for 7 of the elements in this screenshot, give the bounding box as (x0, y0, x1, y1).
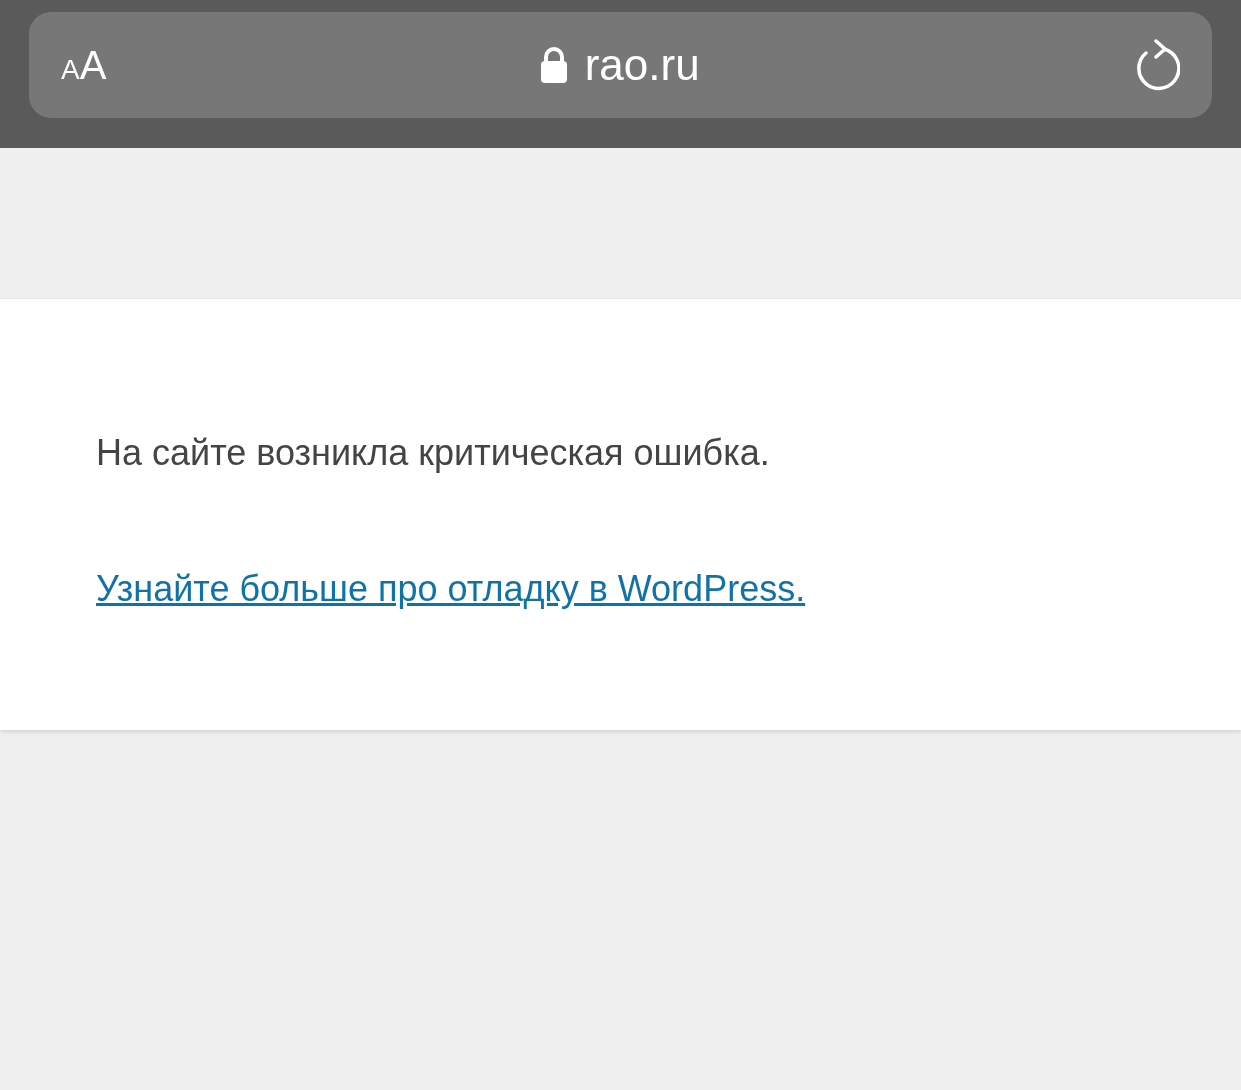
debugging-link[interactable]: Узнайте больше про отладку в WordPress. (96, 565, 806, 613)
address-bar[interactable]: AA rao.ru (29, 12, 1212, 118)
text-size-button[interactable]: AA (61, 45, 107, 85)
reload-icon[interactable] (1134, 39, 1180, 91)
url-text: rao.ru (584, 43, 700, 87)
error-message: На сайте возникла критическая ошибка. (96, 431, 771, 475)
lock-icon (540, 47, 567, 83)
